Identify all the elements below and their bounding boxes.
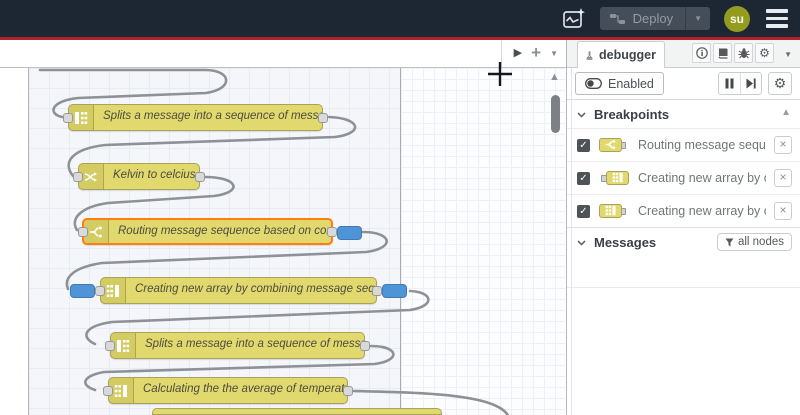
switch-node-icon [598,137,630,153]
messages-section: Messages all nodes [567,227,800,288]
pause-icon [725,78,734,89]
node-output-port[interactable] [327,227,337,237]
workspace-tabbar: ▶ + ▼ [0,40,566,68]
gear-icon: ⚙ [759,46,770,60]
filter-label: all nodes [737,236,784,248]
breakpoint-checkbox[interactable]: ✓ [577,138,590,152]
node-red-app: Deploy ▼ su ▶ + ▼ Splits a message into … [0,0,800,415]
tab-debug[interactable] [734,43,753,63]
tab-config[interactable]: ⚙ [755,43,774,63]
split-node[interactable]: Splits a message into a sequence of mess… [105,332,370,359]
breakpoint-row[interactable]: ✓ Creating new array by combini × [567,161,800,194]
node-input-port[interactable] [105,341,115,351]
node-input-port[interactable] [103,386,113,396]
node-label: Calculating the the average of temperatu… [143,383,347,395]
funnel-icon [725,238,734,246]
breakpoints-section: Breakpoints ▲ ✓ Routing message sequence… [567,100,800,227]
flask-icon [586,51,593,60]
tab-info[interactable] [692,43,711,63]
join-node[interactable]: Calculating the the average of temperatu… [103,377,353,404]
node-label: Splits a message into a sequence of mess… [145,338,364,350]
join-node-icon [598,170,630,186]
breakpoint-label: Creating new array by combini [638,171,766,185]
scrollbar-thumb[interactable] [551,95,560,133]
join-node-icon [598,203,630,219]
breakpoint-marker[interactable] [70,284,95,298]
node-output-port[interactable] [360,341,370,351]
pause-button[interactable] [719,73,740,94]
book-icon [717,48,727,59]
node-label: Splits a message into a sequence of mess… [103,110,322,122]
join-node[interactable]: Creating new array by combining message … [70,277,407,304]
scrollbar-up-icon[interactable]: ▲ [549,72,560,83]
messages-header[interactable]: Messages all nodes [567,228,800,256]
remove-breakpoint-button[interactable]: × [774,202,792,220]
gear-icon: ⚙ [773,75,787,91]
deploy-label: Deploy [632,11,674,26]
switch-node-selected[interactable]: Routing message sequence based on condit… [78,218,362,245]
breakpoint-checkbox[interactable]: ✓ [577,204,590,218]
breakpoint-checkbox[interactable]: ✓ [577,171,590,185]
user-avatar[interactable]: su [724,5,750,32]
breakpoints-title: Breakpoints [594,107,670,122]
sidebar-tabstrip: debugger ⚙ ▼ [567,40,800,68]
scroll-tabs-right-icon[interactable]: ▶ [514,48,522,59]
split-node[interactable]: Splits a message into a sequence of mess… [63,104,328,131]
node-input-port[interactable] [73,172,83,182]
remove-breakpoint-button[interactable]: × [774,169,792,187]
node-label: Kelvin to celcius [113,169,196,181]
header-bar: Deploy ▼ su [0,0,800,37]
breakpoint-row[interactable]: ✓ Routing message sequence ba × [567,128,800,161]
flow-list-caret-icon[interactable]: ▼ [550,49,558,58]
node-output-port[interactable] [195,172,205,182]
node-input-port[interactable] [63,113,73,123]
tab-debugger[interactable]: debugger [577,41,665,68]
deploy-button[interactable]: Deploy ▼ [599,7,710,30]
debugger-toolbar: Enabled ⚙ [567,68,800,100]
toggle-icon [585,78,602,89]
node-output-port[interactable] [372,286,382,296]
chart-sparkle-icon[interactable] [562,7,586,30]
node-output-port[interactable] [343,386,353,396]
breakpoint-label: Routing message sequence ba [638,138,766,152]
messages-title: Messages [594,235,657,250]
add-flow-button[interactable]: + [531,44,541,61]
node-input-port[interactable] [78,227,88,237]
tab-debugger-label: debugger [599,48,656,62]
canvas-left-margin [0,68,28,415]
node-label: Creating new array by combining message … [135,283,376,295]
tab-help[interactable] [713,43,732,63]
chevron-down-icon [577,111,586,118]
node-label: Routing message sequence based on condit… [118,225,331,237]
node-output-port[interactable] [318,113,328,123]
partial-node[interactable] [152,408,442,415]
debugger-settings-button[interactable]: ⚙ [768,72,792,95]
chevron-down-icon [577,239,586,246]
info-icon [695,47,708,59]
deploy-dropdown-button[interactable]: ▼ [685,7,710,30]
debugger-enabled-toggle[interactable]: Enabled [575,72,664,95]
sidebar: debugger ⚙ ▼ Enabled ⚙ Breakpoints ▲ ✓ R… [566,40,800,415]
node-input-port[interactable] [95,286,105,296]
remove-breakpoint-button[interactable]: × [774,136,792,154]
deploy-nodes-icon [609,13,625,24]
step-icon [746,78,756,89]
triangle-up-icon[interactable]: ▲ [781,107,791,118]
step-button[interactable] [740,73,761,94]
breakpoint-marker[interactable] [337,226,362,240]
change-node[interactable]: Kelvin to celcius [73,163,205,190]
bug-icon [738,48,749,59]
message-filter-button[interactable]: all nodes [716,233,792,251]
hamburger-menu-icon[interactable] [764,5,790,32]
breakpoint-row[interactable]: ✓ Creating new array by combini × [567,194,800,227]
flow-canvas-grid-right[interactable] [400,68,565,415]
sidebar-tabs-caret-icon[interactable]: ▼ [784,50,792,59]
breakpoint-label: Creating new array by combini [638,204,766,218]
breakpoint-marker[interactable] [382,284,407,298]
messages-empty-area [567,256,800,288]
enabled-label: Enabled [608,76,654,91]
breakpoints-header[interactable]: Breakpoints ▲ [567,100,800,128]
deploy-status-bar [0,37,800,40]
